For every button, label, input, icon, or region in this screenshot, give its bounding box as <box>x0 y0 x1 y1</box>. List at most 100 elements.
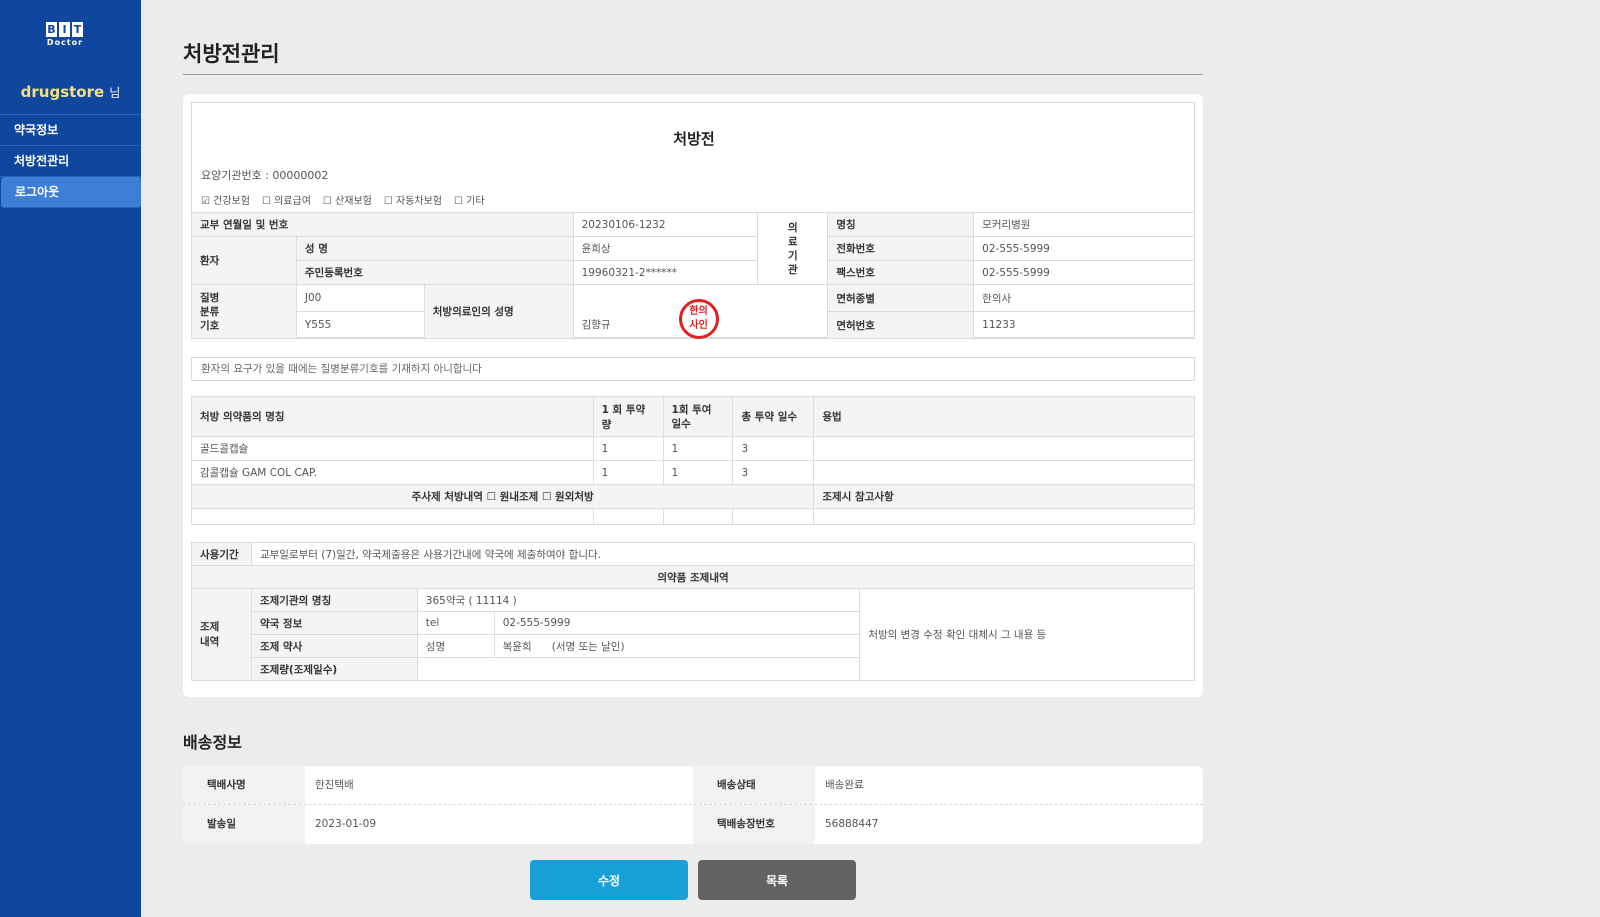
prescription-title: 처방전 <box>673 130 715 148</box>
shipping-title: 배송정보 <box>183 733 242 752</box>
sidebar: B I T Doctor drugstore 님 약국정보 처방전관리 로그아웃 <box>0 0 141 917</box>
logo-subtitle: Doctor <box>46 38 84 47</box>
hospital-phone-value: 02-555-5999 <box>973 236 1195 261</box>
user-greeting: drugstore 님 <box>0 82 141 101</box>
pharmacy-info-label: 약국 정보 <box>250 611 418 635</box>
tracking-label: 택배송장번호 <box>693 805 815 844</box>
drug-times: 1 <box>662 460 734 485</box>
disease-code-notice: 환자의 요구가 있을 때에는 질병분류기호를 기재하지 아니합니다 <box>191 357 1195 381</box>
shipping-row: 발송일 2023-01-09 택배송장번호 56888447 <box>183 805 1203 844</box>
pharmacy-name-label: 조제기관의 명칭 <box>250 588 418 612</box>
patient-rrn-value: 19960321-2****** <box>572 260 759 285</box>
drug-header-times-line1: 1회 투여 <box>671 403 712 416</box>
user-name: drugstore <box>20 83 105 101</box>
shipping-card: 택배사명 한진택배 배송상태 배송완료 발송일 2023-01-09 택배송장번… <box>183 766 1203 844</box>
prescription-info-table: 교부 연월일 및 번호 20230106-1232 의 료 기 관 명칭 모커리… <box>191 212 1195 339</box>
disease-code-label: 질병 분류 기호 <box>191 284 297 339</box>
list-button[interactable]: 목록 <box>698 860 856 900</box>
drug-dose: 1 <box>592 436 664 461</box>
hospital-name-label: 명칭 <box>827 212 975 237</box>
dispensing-reference-label: 조제시 참고사항 <box>813 484 1195 509</box>
patient-name-label: 성 명 <box>295 236 574 261</box>
sidebar-item-prescription-management[interactable]: 처방전관리 <box>0 146 141 177</box>
patient-name-value: 윤희상 <box>572 236 759 261</box>
hospital-vertical-label: 의 료 기 관 <box>757 212 829 285</box>
drug-dose: 1 <box>592 460 664 485</box>
insurance-type-row: ☑ 건강보험 ☐ 의료급여 ☐ 산재보험 ☐ 자동차보험 ☐ 기타 <box>201 192 485 207</box>
status-label: 배송상태 <box>693 766 815 804</box>
sidebar-item-logout[interactable]: 로그아웃 <box>1 177 141 208</box>
patient-rrn-label: 주민등록번호 <box>295 260 574 285</box>
drug-table: 처방 의약품의 명칭 1 회 투약량 1회 투여 일수 총 투약 일수 용법 골… <box>190 396 1195 525</box>
drug-usage <box>813 436 1195 461</box>
dispensing-section-title: 의약품 조제내역 <box>191 565 1195 589</box>
stamp-line-1: 한의 <box>689 306 708 317</box>
drug-name: 골드콜캡슐 <box>191 436 594 461</box>
table-row: 골드콜캡슐 1 1 3 <box>191 436 1195 461</box>
patient-label: 환자 <box>191 236 297 285</box>
shipping-row: 택배사명 한진택배 배송상태 배송완료 <box>183 766 1203 805</box>
logo-letter-t: T <box>72 22 83 37</box>
drug-days: 3 <box>732 460 815 485</box>
doctor-name-value: 김향규 <box>581 319 611 331</box>
dispensing-table: 사용기간 교부일로부터 (7)일간, 약국제출용은 사용기간내에 약국에 제출하… <box>191 542 1196 681</box>
issue-label: 교부 연월일 및 번호 <box>191 212 574 237</box>
doctor-name-label: 처방의료인의 성명 <box>423 284 574 339</box>
drug-header-times: 1회 투여 일수 <box>662 396 734 437</box>
pharmacist-name-label: 성명 <box>416 634 495 658</box>
insurance-auto[interactable]: ☐ 자동차보험 <box>384 192 442 207</box>
bit-doctor-logo[interactable]: B I T Doctor <box>46 22 84 47</box>
license-type-label: 면허종별 <box>827 284 975 312</box>
disease-char-1: 질병 <box>200 291 220 304</box>
insurance-medical-aid[interactable]: ☐ 의료급여 <box>262 192 311 207</box>
disease-char-3: 기호 <box>200 319 220 332</box>
dispensing-char-2: 내역 <box>200 635 220 648</box>
license-type-value: 한의사 <box>973 284 1195 312</box>
ship-date-value: 2023-01-09 <box>315 818 377 830</box>
insurance-industrial[interactable]: ☐ 산재보험 <box>323 192 372 207</box>
prescription-card: 처방전 요양기관번호 : 00000002 ☑ 건강보험 ☐ 의료급여 ☐ 산재… <box>183 94 1203 697</box>
drug-name: 감콜캡슐 GAM COL CAP. <box>191 460 594 485</box>
tel-value: 02-555-5999 <box>493 611 861 635</box>
logo-letter-i: I <box>59 22 70 37</box>
drug-header-dose: 1 회 투약량 <box>592 396 664 437</box>
drug-usage <box>813 460 1195 485</box>
doctor-seal-stamp: 한의 사인 <box>678 299 719 339</box>
empty-cell <box>662 508 734 525</box>
drug-header-times-line2: 일수 <box>671 417 691 430</box>
hospital-fax-label: 팩스번호 <box>827 260 975 285</box>
dispense-amount-value <box>416 657 861 681</box>
pharmacist-name-value: 복윤희 <box>502 640 532 653</box>
hospital-char-2: 료 <box>788 235 798 248</box>
logo-letter-b: B <box>46 22 57 37</box>
tracking-value: 56888447 <box>825 818 879 830</box>
insurance-other[interactable]: ☐ 기타 <box>454 192 485 207</box>
empty-cell <box>191 508 594 525</box>
usage-period-text: 교부일로부터 (7)일간, 약국제출용은 사용기간내에 약국에 제출하여야 합니… <box>250 542 1196 566</box>
drug-header-name: 처방 의약품의 명칭 <box>191 396 594 437</box>
disease-code-1: J00 <box>295 284 425 312</box>
doctor-name-cell: 김향규 한의 사인 <box>572 284 829 339</box>
license-number-label: 면허번호 <box>827 311 975 339</box>
courier-label: 택배사명 <box>183 766 305 804</box>
ship-date-label: 발송일 <box>183 805 305 844</box>
empty-cell <box>592 508 664 525</box>
title-divider <box>183 74 1203 75</box>
usage-period-label: 사용기간 <box>191 542 252 566</box>
institution-number: 요양기관번호 : 00000002 <box>201 169 329 182</box>
sidebar-item-pharmacy-info[interactable]: 약국정보 <box>0 115 141 146</box>
hospital-char-1: 의 <box>788 221 798 234</box>
tel-label: tel <box>416 611 495 635</box>
drug-header-usage: 용법 <box>813 396 1195 437</box>
dispensing-char-1: 조제 <box>200 620 220 633</box>
stamp-line-2: 사인 <box>689 320 708 331</box>
license-number-value: 11233 <box>973 311 1195 339</box>
edit-button[interactable]: 수정 <box>530 860 688 900</box>
user-suffix: 님 <box>109 86 121 100</box>
hospital-char-3: 기 <box>788 249 798 262</box>
drug-days: 3 <box>732 436 815 461</box>
table-row: 감콜캡슐 GAM COL CAP. 1 1 3 <box>191 460 1195 485</box>
change-note: 처방의 변경 수정 확인 대체시 그 내용 등 <box>859 588 1195 681</box>
insurance-health[interactable]: ☑ 건강보험 <box>201 192 250 207</box>
hospital-name-value: 모커리병원 <box>973 212 1195 237</box>
